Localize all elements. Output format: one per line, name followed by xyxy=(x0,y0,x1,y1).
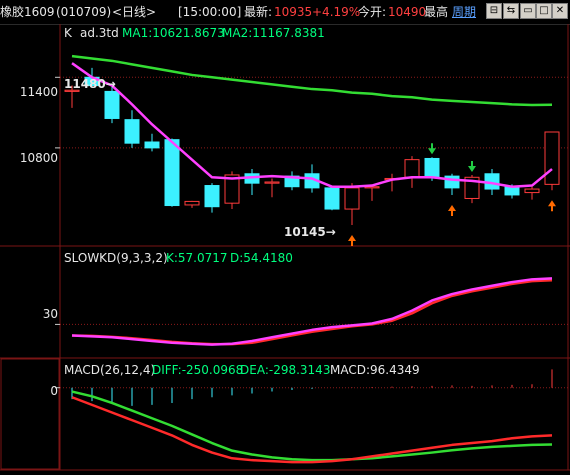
candle-up xyxy=(264,181,280,184)
kd-legend-d: D:54.4180 xyxy=(230,251,293,265)
macd-legend-value: MACD:96.4349 xyxy=(330,363,420,377)
candle-down xyxy=(144,141,160,149)
high-annotation: 11480→ xyxy=(64,77,116,91)
low-annotation: 10145→ xyxy=(284,225,336,239)
signal-down-arrow xyxy=(468,160,476,172)
main-y-tick-10800: 10800 xyxy=(19,151,58,165)
chart-canvas xyxy=(0,24,570,471)
candle-down xyxy=(124,119,140,144)
ma2-line xyxy=(71,54,553,107)
candle-down xyxy=(324,187,340,210)
candle-up xyxy=(544,131,560,185)
maximize-button[interactable]: □ xyxy=(536,3,552,19)
candle-up xyxy=(404,159,420,178)
macd-diff-line xyxy=(71,396,553,464)
signal-down-arrow xyxy=(428,143,436,155)
kd-d-line xyxy=(71,278,553,346)
swap-button[interactable]: ⇆ xyxy=(503,3,519,19)
change-percent: +4.19% xyxy=(312,5,361,19)
signal-up-arrow xyxy=(348,234,356,246)
candle-up xyxy=(524,188,540,194)
symbol-code: (010709) xyxy=(56,5,112,19)
macd-legend-dea: DEA:-298.3143 xyxy=(240,363,331,377)
cycle-link[interactable]: 周期 xyxy=(452,6,476,19)
candle-down xyxy=(424,157,440,178)
candle-down xyxy=(204,185,220,208)
panel-toggle-button[interactable]: ⊟ xyxy=(486,3,502,19)
main-y-tick-11400: 11400 xyxy=(19,85,58,99)
macd-legend-diff: DIFF:-250.0968 xyxy=(152,363,244,377)
macd-side-box xyxy=(0,358,60,470)
macd-y-tick-0: 0 xyxy=(50,384,58,398)
main-legend-ma2: MA2:11167.8381 xyxy=(222,26,325,40)
candle-down xyxy=(104,90,120,119)
minimize-button[interactable]: ▭ xyxy=(520,3,536,19)
open-label: 今开: xyxy=(358,5,387,19)
candle-up xyxy=(184,200,200,206)
candle-down xyxy=(164,139,180,207)
main-legend-k: K xyxy=(64,26,72,40)
main-legend-period: ad.3td xyxy=(80,26,119,40)
signal-up-arrow xyxy=(448,204,456,216)
candle-up xyxy=(344,187,360,210)
latest-label: 最新: xyxy=(244,5,273,19)
time-label: [15:00:00] xyxy=(178,5,242,19)
chart-area[interactable]: K ad.3td MA1:10621.8673 MA2:11167.8381 1… xyxy=(0,24,570,472)
period-label[interactable]: <日线> xyxy=(112,6,156,19)
open-value: 10490 xyxy=(388,5,427,19)
kd-k-line xyxy=(71,277,553,346)
latest-value: 10935 xyxy=(274,5,313,19)
main-legend-ma1: MA1:10621.8673 xyxy=(122,26,225,40)
title-bar: 橡胶1609 (010709) <日线> [15:00:00] 最新: 1093… xyxy=(0,0,570,25)
macd-legend-title: MACD(26,12,4) xyxy=(64,363,156,377)
kd-y-tick-30: 30 xyxy=(42,307,58,321)
kd-legend-title: SLOWKD(9,3,3,2) xyxy=(64,251,168,265)
signal-up-arrow xyxy=(548,200,556,212)
kd-legend-k: K:57.0717 xyxy=(166,251,228,265)
symbol-name: 橡胶1609 xyxy=(0,5,55,19)
close-button[interactable]: ✕ xyxy=(552,3,568,19)
high-label: 最高 xyxy=(424,5,449,19)
